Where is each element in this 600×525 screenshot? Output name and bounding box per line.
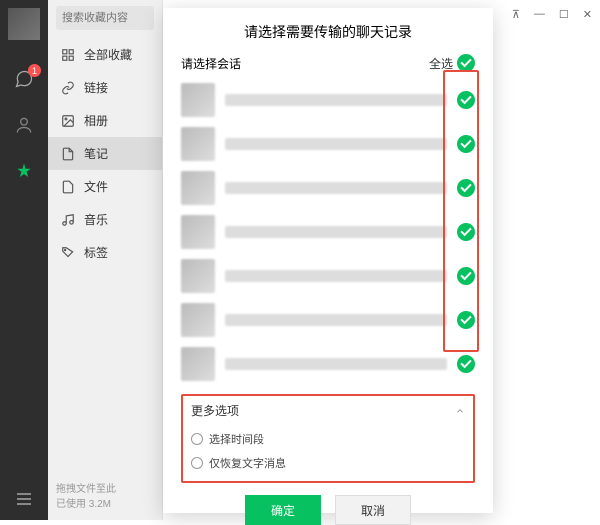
check-icon (457, 91, 475, 109)
chat-icon[interactable]: 1 (13, 68, 35, 90)
menu-icon[interactable] (13, 488, 35, 510)
session-label: 请选择会话 (181, 55, 241, 72)
check-icon (457, 267, 475, 285)
contacts-icon[interactable] (13, 114, 35, 136)
favorites-icon[interactable] (13, 160, 35, 182)
check-icon (457, 179, 475, 197)
note-icon (60, 146, 76, 162)
radio-icon (191, 457, 203, 469)
sidebar-label: 标签 (84, 244, 108, 261)
sidebar-label: 相册 (84, 112, 108, 129)
more-options: 更多选项 选择时间段 仅恢复文字消息 (181, 394, 475, 483)
confirm-button[interactable]: 确定 (245, 495, 321, 525)
sidebar-label: 音乐 (84, 211, 108, 228)
music-icon (60, 212, 76, 228)
session-item[interactable] (181, 166, 475, 210)
sidebar-item-all[interactable]: 全部收藏 (48, 38, 162, 71)
maximize-icon[interactable]: ☐ (559, 8, 569, 21)
search-input[interactable] (56, 6, 154, 30)
chevron-up-icon[interactable] (455, 406, 465, 416)
sidebar-label: 文件 (84, 178, 108, 195)
transfer-modal: 请选择需要传输的聊天记录 请选择会话 全选 更多选项 选择时间段 仅恢复文字消息… (163, 8, 493, 513)
sidebar-item-music[interactable]: 音乐 (48, 203, 162, 236)
check-icon (457, 223, 475, 241)
session-item[interactable] (181, 254, 475, 298)
sidebar-label: 笔记 (84, 145, 108, 162)
select-all[interactable]: 全选 (429, 54, 475, 72)
check-icon (457, 355, 475, 373)
session-item[interactable] (181, 298, 475, 342)
session-item[interactable] (181, 342, 475, 386)
sidebar-item-tags[interactable]: 标签 (48, 236, 162, 269)
modal-title: 请选择需要传输的聊天记录 (181, 22, 475, 42)
image-icon (60, 113, 76, 129)
session-item[interactable] (181, 78, 475, 122)
session-list (181, 78, 475, 386)
sidebar: 全部收藏 链接 相册 笔记 文件 音乐 (48, 0, 163, 520)
option-text-only[interactable]: 仅恢复文字消息 (191, 451, 465, 475)
grid-icon (60, 47, 76, 63)
sidebar-label: 链接 (84, 79, 108, 96)
check-icon (457, 135, 475, 153)
check-icon (457, 54, 475, 72)
avatar[interactable] (8, 8, 40, 40)
check-icon (457, 311, 475, 329)
session-item[interactable] (181, 122, 475, 166)
sidebar-item-links[interactable]: 链接 (48, 71, 162, 104)
link-icon (60, 80, 76, 96)
sidebar-item-notes[interactable]: 笔记 (48, 137, 162, 170)
window-controls: ⊼ — ☐ ✕ (512, 8, 592, 21)
more-label: 更多选项 (191, 402, 239, 419)
sidebar-item-album[interactable]: 相册 (48, 104, 162, 137)
session-item[interactable] (181, 210, 475, 254)
badge: 1 (28, 64, 41, 77)
nav-rail: 1 (0, 0, 48, 520)
sidebar-footer: 拖拽文件至此 已使用 3.2M (56, 482, 154, 512)
minimize-icon[interactable]: — (534, 8, 545, 21)
close-icon[interactable]: ✕ (583, 8, 592, 21)
tag-icon (60, 245, 76, 261)
cancel-button[interactable]: 取消 (335, 495, 411, 525)
radio-icon (191, 433, 203, 445)
sidebar-item-files[interactable]: 文件 (48, 170, 162, 203)
sidebar-label: 全部收藏 (84, 46, 132, 63)
file-icon (60, 179, 76, 195)
option-time-range[interactable]: 选择时间段 (191, 427, 465, 451)
search-box (48, 0, 162, 36)
pin-icon[interactable]: ⊼ (512, 8, 520, 21)
